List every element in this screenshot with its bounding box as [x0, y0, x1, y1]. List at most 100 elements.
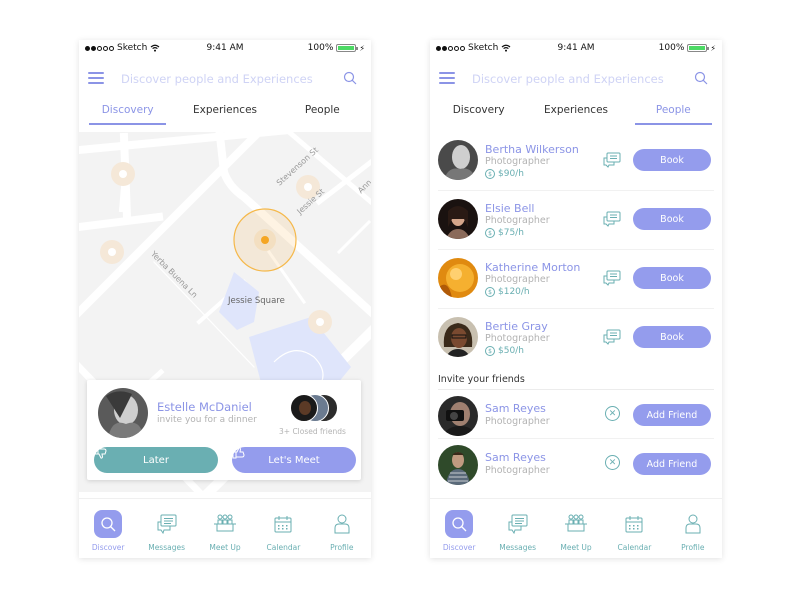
chat-icon[interactable] — [603, 152, 621, 168]
nav-label: Discover — [91, 543, 125, 552]
book-button[interactable]: Book — [633, 208, 711, 230]
person-role: Photographer — [485, 416, 550, 427]
person-name[interactable]: Elsie Bell — [485, 202, 534, 215]
add-friend-button[interactable]: Add Friend — [633, 453, 711, 475]
person-role: Photographer — [485, 215, 550, 226]
nav-label: Meet Up — [560, 543, 592, 552]
person-rate: $ $120/h — [485, 287, 530, 297]
nav-profile[interactable]: Profile — [313, 499, 371, 558]
tab-experiences[interactable]: Experiences — [527, 98, 624, 126]
lets-meet-button[interactable]: Let's Meet — [232, 447, 356, 473]
dollar-icon: $ — [485, 346, 495, 356]
nav-discover[interactable]: Discover — [430, 499, 488, 558]
book-button[interactable]: Book — [633, 267, 711, 289]
person-rate: $ $75/h — [485, 228, 524, 238]
charging-icon: ⚡ — [359, 43, 365, 53]
tab-discovery[interactable]: Discovery — [430, 98, 527, 126]
current-location-marker[interactable] — [233, 208, 297, 272]
battery-icon — [336, 44, 359, 52]
add-friend-button[interactable]: Add Friend — [633, 404, 711, 426]
rate-value: $75/h — [498, 228, 524, 238]
nav-label: Profile — [681, 543, 705, 552]
chat-icon[interactable] — [603, 270, 621, 286]
person-rate: $ $50/h — [485, 346, 524, 356]
battery-icon — [687, 44, 710, 52]
person-role: Photographer — [485, 333, 550, 344]
person-name[interactable]: Sam Reyes — [485, 402, 546, 415]
avatar[interactable] — [438, 140, 478, 180]
tab-experiences[interactable]: Experiences — [176, 98, 273, 126]
nav-messages[interactable]: Messages — [488, 499, 546, 558]
people-screen: Sketch 9:41 AM 100% ⚡ Discovery Experien… — [430, 40, 722, 558]
messages-icon — [157, 514, 177, 534]
charging-icon: ⚡ — [710, 43, 716, 53]
book-button[interactable]: Book — [633, 149, 711, 171]
map-view[interactable]: Stevenson St Jessie St Yerba Buena Ln An… — [79, 132, 371, 492]
search-header — [430, 66, 722, 92]
list-item: Katherine Morton Photographer $ $120/h Bo… — [438, 250, 714, 309]
nav-label: Discover — [442, 543, 476, 552]
status-bar: Sketch 9:41 AM 100% ⚡ — [430, 40, 722, 58]
later-button[interactable]: Later — [94, 447, 218, 473]
mutual-friends-avatars[interactable] — [290, 394, 338, 422]
book-button[interactable]: Book — [633, 326, 711, 348]
lets-meet-label: Let's Meet — [268, 454, 320, 466]
avatar[interactable] — [98, 388, 148, 438]
nav-meetup[interactable]: Meet Up — [196, 499, 254, 558]
dollar-icon: $ — [485, 287, 495, 297]
person-name[interactable]: Sam Reyes — [485, 451, 546, 464]
friends-count: 3+ Closed friends — [279, 427, 346, 436]
nav-profile[interactable]: Profile — [664, 499, 722, 558]
nav-label: Calendar — [617, 543, 652, 552]
nav-calendar[interactable]: Calendar — [254, 499, 312, 558]
hamburger-icon[interactable] — [88, 72, 104, 84]
nav-discover[interactable]: Discover — [79, 499, 137, 558]
tab-bar: Discovery Experiences People — [79, 98, 371, 126]
avatar[interactable] — [438, 258, 478, 298]
inviter-name[interactable]: Estelle McDaniel — [157, 400, 252, 414]
search-header — [79, 66, 371, 92]
avatar[interactable] — [438, 445, 478, 485]
nav-meetup[interactable]: Meet Up — [547, 499, 605, 558]
thumbs-up-icon — [232, 447, 245, 459]
status-bar: Sketch 9:41 AM 100% ⚡ — [79, 40, 371, 58]
search-icon[interactable] — [694, 71, 708, 85]
avatar[interactable] — [438, 396, 478, 436]
calendar-icon — [625, 516, 643, 533]
hamburger-icon[interactable] — [439, 72, 455, 84]
invite-card: Estelle McDaniel invite you for a dinner… — [87, 380, 361, 480]
battery-percent: 100% — [307, 43, 334, 53]
people-list: Bertha Wilkerson Photographer $ $90/h Boo… — [430, 132, 722, 488]
tab-people[interactable]: People — [625, 98, 722, 126]
profile-icon — [685, 514, 701, 534]
bottom-nav: Discover Messages Meet Up Calendar Profi… — [430, 498, 722, 558]
list-item: Sam Reyes Photographer ✕ Add Friend — [438, 390, 714, 439]
person-name[interactable]: Bertha Wilkerson — [485, 143, 579, 156]
tab-people[interactable]: People — [274, 98, 371, 126]
rate-value: $120/h — [498, 287, 530, 297]
chat-icon[interactable] — [603, 329, 621, 345]
rate-value: $90/h — [498, 169, 524, 179]
profile-icon — [334, 514, 350, 534]
rate-value: $50/h — [498, 346, 524, 356]
avatar[interactable] — [438, 317, 478, 357]
avatar[interactable] — [438, 199, 478, 239]
nav-calendar[interactable]: Calendar — [605, 499, 663, 558]
calendar-icon — [274, 516, 292, 533]
dismiss-icon[interactable]: ✕ — [605, 406, 620, 421]
search-icon[interactable] — [343, 71, 357, 85]
tab-discovery[interactable]: Discovery — [79, 98, 176, 126]
messages-icon — [508, 514, 528, 534]
park-label: Jessie Square — [228, 296, 285, 306]
nav-messages[interactable]: Messages — [137, 499, 195, 558]
search-input[interactable] — [121, 69, 331, 89]
person-name[interactable]: Bertie Gray — [485, 320, 548, 333]
dollar-icon: $ — [485, 169, 495, 179]
person-role: Photographer — [485, 465, 550, 476]
dismiss-icon[interactable]: ✕ — [605, 455, 620, 470]
thumbs-down-icon — [94, 447, 107, 459]
person-name[interactable]: Katherine Morton — [485, 261, 580, 274]
chat-icon[interactable] — [603, 211, 621, 227]
search-input[interactable] — [472, 69, 682, 89]
nav-label: Calendar — [266, 543, 301, 552]
